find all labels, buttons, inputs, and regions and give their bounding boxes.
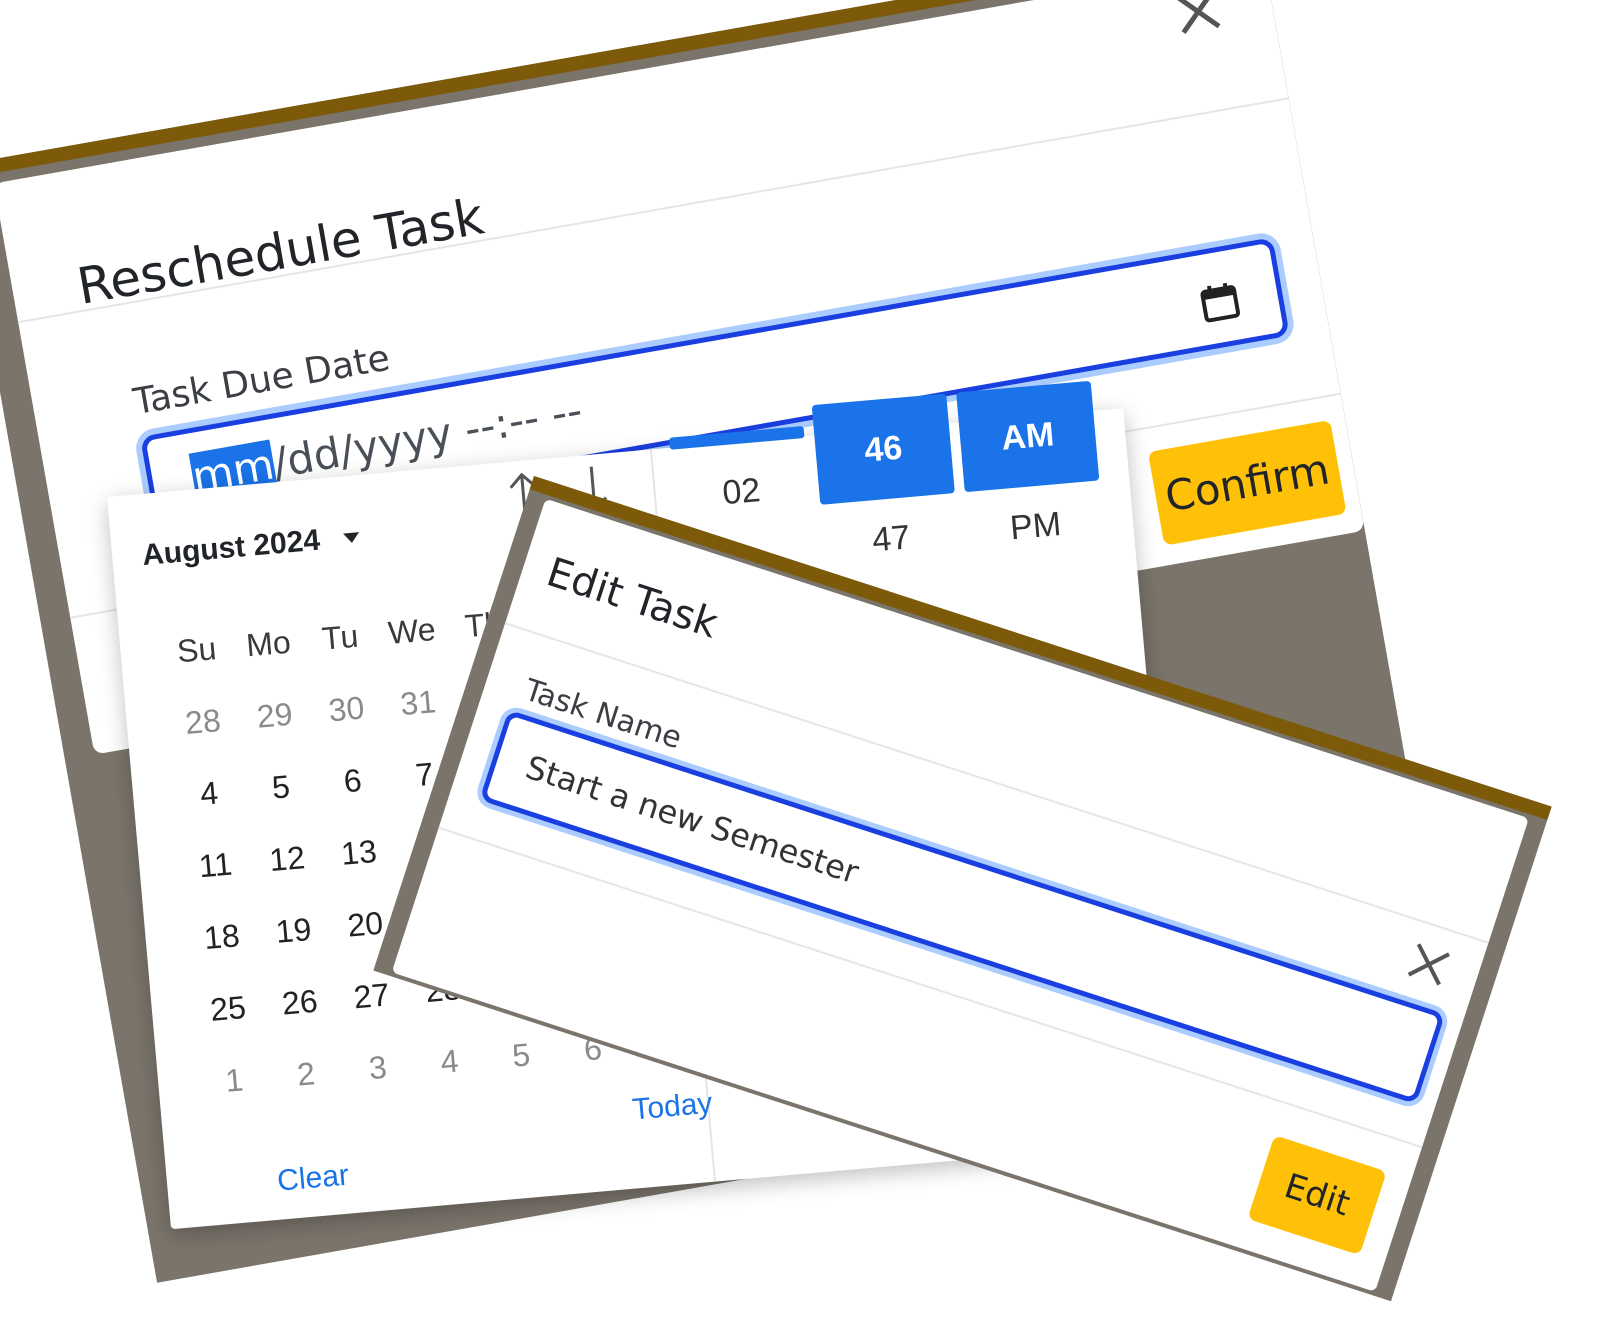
calendar-day[interactable]: 5	[483, 1022, 560, 1088]
calendar-day[interactable]: 13	[320, 819, 397, 885]
calendar-day[interactable]: 19	[255, 897, 332, 963]
clear-button[interactable]: Clear	[276, 1159, 350, 1199]
today-button[interactable]: Today	[631, 1087, 714, 1128]
minute-selected[interactable]: 46	[811, 393, 955, 505]
calendar-day[interactable]: 12	[249, 826, 326, 892]
calendar-day[interactable]: 2	[268, 1041, 345, 1107]
calendar-day[interactable]: 11	[177, 832, 254, 898]
calendar-day[interactable]: 26	[261, 969, 338, 1035]
caret-down-icon[interactable]	[343, 532, 360, 544]
modal-title: Edit Task	[541, 549, 724, 648]
calendar-day[interactable]: 3	[339, 1035, 416, 1101]
weekday-label: Mo	[244, 623, 293, 664]
period-selected[interactable]: AM	[956, 380, 1100, 493]
calendar-day[interactable]: 6	[314, 748, 391, 814]
close-icon[interactable]	[1404, 939, 1454, 989]
calendar-day[interactable]: 25	[190, 975, 267, 1041]
edit-button[interactable]: Edit	[1247, 1135, 1387, 1256]
calendar-day[interactable]: 31	[380, 670, 457, 736]
calendar-day[interactable]: 5	[242, 754, 319, 820]
calendar-icon[interactable]	[1197, 279, 1243, 325]
task-name-input[interactable]: Start a new Semester	[479, 709, 1446, 1105]
minute-option[interactable]: 47	[822, 508, 961, 570]
weekday-label: Su	[175, 630, 218, 670]
weekday-label: Tu	[320, 617, 360, 657]
hour-option[interactable]: 02	[672, 461, 811, 523]
calendar-day[interactable]: 28	[164, 688, 241, 754]
period-option[interactable]: PM	[966, 495, 1105, 557]
weekday-label: We	[386, 610, 438, 651]
confirm-button[interactable]: Confirm	[1147, 419, 1347, 546]
calendar-day[interactable]: 18	[183, 904, 260, 970]
calendar-day[interactable]: 4	[411, 1028, 488, 1094]
calendar-day[interactable]: 1	[196, 1047, 273, 1113]
month-year-selector[interactable]: August 2024	[141, 524, 322, 573]
calendar-day[interactable]: 30	[308, 676, 385, 742]
calendar-day[interactable]: 29	[236, 682, 313, 748]
calendar-day[interactable]: 4	[171, 760, 248, 826]
